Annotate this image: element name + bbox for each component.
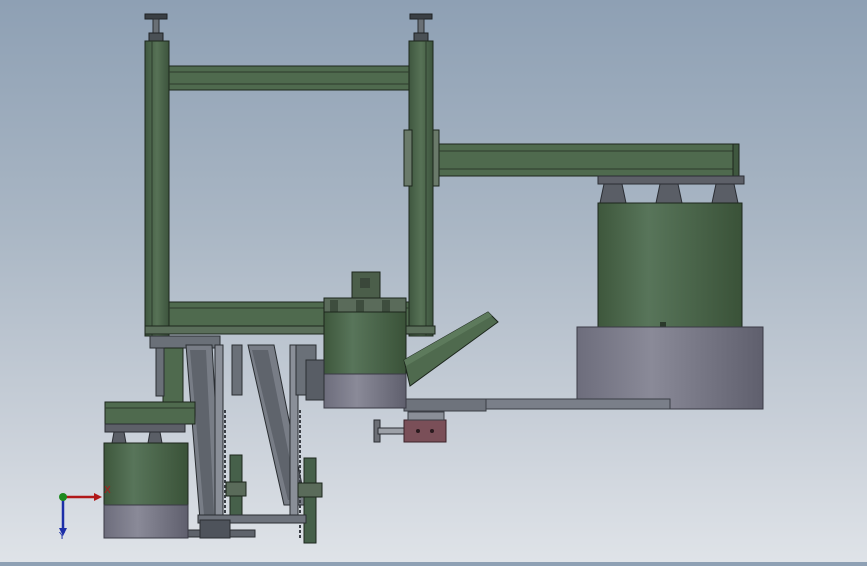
mount-plate — [403, 129, 413, 187]
cylinder-actuator — [373, 411, 447, 443]
x-axis-label: X — [104, 485, 111, 496]
frame-top-beam — [168, 65, 410, 91]
leveling-foot-right — [409, 13, 433, 42]
leveling-foot-left — [144, 13, 168, 42]
frame-left-column — [144, 40, 170, 337]
y-axis-label: Y — [59, 531, 66, 542]
frame-right-column — [408, 40, 434, 337]
z-axis-dot — [59, 493, 67, 501]
support-post — [162, 347, 184, 404]
left-arm-beam — [104, 401, 196, 425]
hopper-base — [323, 373, 407, 409]
tank-connectors — [599, 183, 739, 204]
left-tank — [103, 442, 189, 506]
left-tank-base — [103, 504, 189, 539]
reference-triad: X Y — [50, 482, 111, 542]
center-hopper — [323, 311, 407, 375]
side-arm-beam — [438, 143, 740, 177]
right-tank — [597, 202, 743, 328]
x-axis-arrowhead — [94, 493, 102, 501]
assembly-drawing[interactable] — [0, 0, 867, 562]
conveyor-rail — [483, 398, 671, 410]
cad-viewport[interactable] — [0, 0, 867, 562]
right-tank-base — [576, 326, 764, 410]
